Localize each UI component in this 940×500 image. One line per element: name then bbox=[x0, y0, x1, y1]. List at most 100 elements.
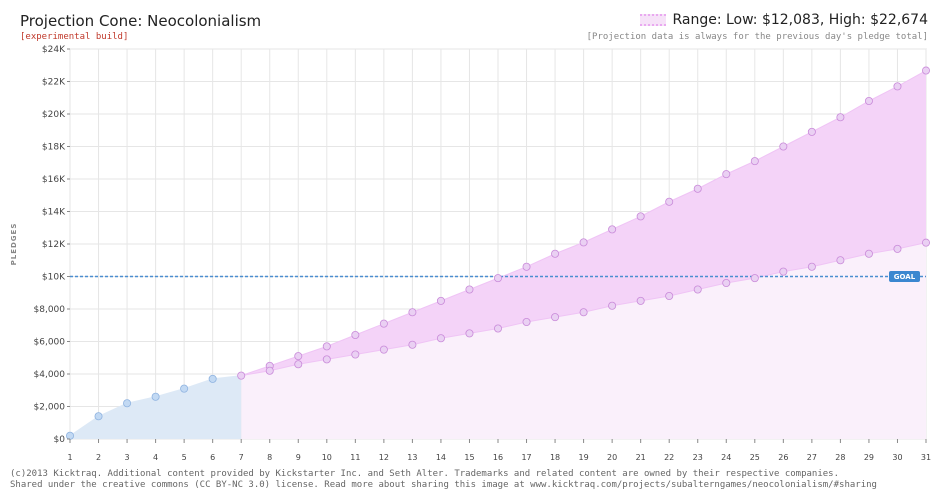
y-tick-label: $6,000 bbox=[34, 338, 66, 348]
low-projection-point bbox=[608, 301, 617, 310]
x-tick-label: 2 bbox=[96, 453, 101, 462]
actual-pledge-point bbox=[94, 412, 103, 421]
low-projection-point bbox=[922, 238, 931, 247]
low-projection-point bbox=[579, 308, 588, 317]
x-tick-label: 31 bbox=[921, 453, 931, 462]
low-projection-point bbox=[465, 329, 474, 338]
low-projection-point bbox=[779, 267, 788, 276]
low-projection-point bbox=[322, 355, 331, 364]
high-projection-point bbox=[294, 352, 303, 361]
low-projection-point bbox=[408, 340, 417, 349]
x-tick-label: 24 bbox=[721, 453, 731, 462]
x-tick-label: 6 bbox=[210, 453, 215, 462]
actual-pledge-point bbox=[123, 399, 132, 408]
x-tick-label: 17 bbox=[521, 453, 531, 462]
y-tick-label: $4,000 bbox=[34, 370, 66, 380]
x-tick-label: 1 bbox=[67, 453, 72, 462]
low-projection-point bbox=[265, 366, 274, 375]
y-tick-label: $10K bbox=[42, 273, 66, 283]
x-tick-label: 26 bbox=[778, 453, 788, 462]
footer: (c)2013 Kicktraq. Additional content pro… bbox=[10, 469, 877, 491]
x-tick-label: 10 bbox=[322, 453, 332, 462]
footer-license: Shared under the creative commons (CC BY… bbox=[10, 480, 877, 490]
low-projection-point bbox=[807, 262, 816, 271]
projection-chart: GOAL $0 $2,000 $4,000 $6,000 $8,000 $10K $12K $1… bbox=[10, 45, 931, 462]
y-tick-label: $16K bbox=[42, 175, 66, 185]
high-projection-point bbox=[722, 170, 731, 179]
low-projection-point bbox=[693, 285, 702, 294]
high-projection-point bbox=[493, 274, 502, 283]
high-projection-point bbox=[522, 262, 531, 271]
x-tick-label: 18 bbox=[550, 453, 560, 462]
y-tick-label: $24K bbox=[42, 45, 66, 55]
x-tick-label: 12 bbox=[379, 453, 389, 462]
x-tick-label: 4 bbox=[153, 453, 158, 462]
y-axis-title: PLEDGES bbox=[10, 223, 18, 266]
low-projection-point bbox=[893, 244, 902, 253]
high-projection-point bbox=[465, 285, 474, 294]
high-projection-point bbox=[322, 342, 331, 351]
actual-pledge-point bbox=[237, 371, 246, 380]
high-projection-point bbox=[693, 184, 702, 193]
actual-pledge-point bbox=[151, 392, 160, 401]
y-tick-label: $22K bbox=[42, 78, 66, 88]
low-projection-point bbox=[636, 296, 645, 305]
high-projection-point bbox=[379, 319, 388, 328]
x-tick-label: 13 bbox=[407, 453, 417, 462]
y-tick-label: $18K bbox=[42, 143, 66, 153]
high-projection-point bbox=[579, 238, 588, 247]
goal-label: GOAL bbox=[894, 273, 916, 281]
low-projection-point bbox=[864, 249, 873, 258]
actual-pledge-point bbox=[180, 384, 189, 393]
x-tick-label: 5 bbox=[182, 453, 187, 462]
low-projection-point bbox=[379, 345, 388, 354]
low-projection-point bbox=[665, 291, 674, 300]
y-tick-label: $0 bbox=[54, 435, 66, 445]
x-tick-label: 7 bbox=[239, 453, 244, 462]
footer-copyright: (c)2013 Kicktraq. Additional content pro… bbox=[10, 469, 840, 479]
y-tick-label: $8,000 bbox=[34, 305, 66, 315]
actual-pledge-point bbox=[66, 431, 75, 440]
low-projection-point bbox=[722, 278, 731, 287]
high-projection-point bbox=[779, 142, 788, 151]
y-tick-label: $2,000 bbox=[34, 403, 66, 413]
high-projection-point bbox=[750, 157, 759, 166]
x-tick-label: 27 bbox=[807, 453, 817, 462]
y-tick-label: $12K bbox=[42, 240, 66, 250]
low-projection-point bbox=[493, 324, 502, 333]
high-projection-point bbox=[408, 308, 417, 317]
x-tick-label: 30 bbox=[892, 453, 902, 462]
high-projection-point bbox=[551, 249, 560, 258]
y-tick-label: $14K bbox=[42, 208, 66, 218]
actual-pledge-point bbox=[208, 374, 217, 383]
high-projection-point bbox=[351, 330, 360, 339]
x-tick-label: 28 bbox=[835, 453, 845, 462]
high-projection-point bbox=[636, 212, 645, 221]
high-projection-point bbox=[436, 296, 445, 305]
x-tick-label: 29 bbox=[864, 453, 874, 462]
low-projection-point bbox=[294, 360, 303, 369]
high-projection-point bbox=[665, 197, 674, 206]
low-projection-point bbox=[750, 274, 759, 283]
x-tick-label: 3 bbox=[125, 453, 130, 462]
x-tick-label: 23 bbox=[693, 453, 703, 462]
high-projection-point bbox=[864, 97, 873, 106]
x-tick-label: 19 bbox=[579, 453, 589, 462]
x-tick-label: 14 bbox=[436, 453, 446, 462]
x-tick-label: 11 bbox=[350, 453, 360, 462]
low-projection-point bbox=[436, 334, 445, 343]
x-tick-label: 20 bbox=[607, 453, 617, 462]
x-tick-label: 8 bbox=[267, 453, 272, 462]
y-tick-label: $20K bbox=[42, 110, 66, 120]
x-tick-label: 16 bbox=[493, 453, 503, 462]
low-projection-point bbox=[351, 350, 360, 359]
x-tick-label: 21 bbox=[636, 453, 646, 462]
x-tick-label: 15 bbox=[464, 453, 474, 462]
x-tick-label: 9 bbox=[296, 453, 301, 462]
low-projection-point bbox=[551, 313, 560, 322]
high-projection-point bbox=[836, 113, 845, 122]
high-projection-point bbox=[893, 82, 902, 91]
high-projection-point bbox=[922, 66, 931, 75]
low-projection-point bbox=[836, 256, 845, 265]
x-tick-label: 25 bbox=[750, 453, 760, 462]
